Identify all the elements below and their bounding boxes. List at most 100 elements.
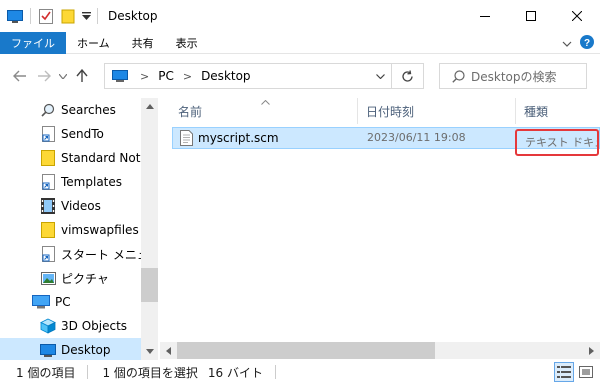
ribbon-tab-bar: ファイル ホーム 共有 表示 ?: [0, 32, 600, 54]
nav-item-3d-objects[interactable]: 3D Objects: [0, 314, 141, 338]
nav-item-label: SendTo: [61, 127, 104, 141]
nav-vertical-scrollbar[interactable]: [141, 98, 158, 360]
breadcrumb-desktop[interactable]: Desktop: [201, 69, 251, 83]
search-box[interactable]: Desktopの検索: [439, 63, 587, 89]
scroll-left-arrow-icon[interactable]: [160, 342, 177, 359]
nav-item-vimswapfiles[interactable]: vimswapfiles: [0, 218, 141, 242]
column-divider[interactable]: [357, 98, 358, 124]
status-bar: 1 個の項目 1 個の項目を選択 16 バイト: [0, 360, 600, 384]
this-pc-icon: [109, 70, 131, 82]
toolbar-divider: [97, 8, 98, 24]
nav-item-label: ピクチャ: [61, 271, 109, 286]
navigation-bar: > PC > Desktop Desktopの検索: [0, 54, 600, 98]
properties-icon[interactable]: [35, 0, 57, 32]
forward-button[interactable]: [32, 64, 56, 88]
column-header-name[interactable]: 名前: [178, 98, 202, 124]
explorer-window-icon[interactable]: [4, 0, 26, 32]
search-icon: [452, 69, 465, 83]
nav-item-desktop[interactable]: Desktop: [0, 338, 141, 360]
computer-icon: [32, 294, 50, 310]
nav-item-label: Desktop: [61, 343, 111, 357]
window-title: Desktop: [108, 9, 158, 23]
scroll-right-arrow-icon[interactable]: [583, 342, 600, 359]
scroll-up-arrow-icon[interactable]: [141, 98, 158, 115]
refresh-button[interactable]: [392, 63, 424, 89]
nav-item-sendto[interactable]: SendTo: [0, 122, 141, 146]
desktop-icon: [40, 342, 56, 358]
file-row[interactable]: myscript.scm 2023/06/11 19:08 テキスト ドキュメン…: [172, 127, 600, 156]
navigation-pane: Searches SendTo Standard Notes Templates…: [0, 98, 158, 360]
nav-item-start-menu[interactable]: スタート メニュー: [0, 242, 141, 266]
search-icon: [40, 102, 56, 118]
scroll-down-arrow-icon[interactable]: [141, 343, 158, 360]
recent-locations-dropdown[interactable]: [56, 64, 70, 88]
column-header-date[interactable]: 日付時刻: [366, 98, 414, 124]
shortcut-file-icon: [40, 174, 56, 190]
breadcrumb-separator-icon[interactable]: >: [183, 70, 192, 83]
quick-access-toolbar: [0, 0, 102, 32]
scrollbar-thumb[interactable]: [141, 268, 158, 302]
expand-ribbon-icon[interactable]: [562, 36, 572, 50]
breadcrumb-separator-icon[interactable]: >: [140, 70, 149, 83]
search-placeholder: Desktopの検索: [471, 69, 557, 84]
nav-item-pictures[interactable]: ピクチャ: [0, 266, 141, 290]
nav-item-label: vimswapfiles: [61, 223, 139, 237]
folder-icon: [40, 150, 56, 166]
large-icons-view-icon[interactable]: [576, 362, 596, 382]
shortcut-file-icon: [40, 246, 56, 262]
back-button[interactable]: [8, 64, 32, 88]
file-date: 2023/06/11 19:08: [367, 131, 466, 144]
nav-item-searches[interactable]: Searches: [0, 98, 141, 122]
window-controls: [462, 0, 600, 32]
ribbon-right-controls: ?: [562, 32, 594, 54]
horizontal-scrollbar[interactable]: [160, 342, 600, 359]
scrollbar-thumb[interactable]: [177, 342, 435, 359]
item-count: 1 個の項目: [16, 365, 76, 380]
svg-text:?: ?: [584, 38, 590, 49]
view-switcher: [554, 362, 596, 382]
nav-item-label: PC: [55, 295, 71, 309]
column-divider[interactable]: [515, 98, 516, 124]
help-icon[interactable]: ?: [580, 34, 594, 52]
nav-item-videos[interactable]: Videos: [0, 194, 141, 218]
status-divider: [87, 365, 89, 379]
nav-item-standard-notes[interactable]: Standard Notes: [0, 146, 141, 170]
tab-home[interactable]: ホーム: [66, 32, 121, 54]
column-header-type[interactable]: 種類: [524, 98, 548, 124]
nav-item-label: スタート メニュー: [61, 247, 141, 262]
picture-icon: [40, 270, 56, 286]
film-icon: [40, 198, 56, 214]
address-bar[interactable]: > PC > Desktop: [104, 63, 392, 89]
file-name: myscript.scm: [198, 131, 279, 145]
file-list-pane: 名前 日付時刻 種類 myscript.scm 2023/06/11 19:08…: [160, 98, 600, 360]
nav-item-label: Searches: [61, 103, 116, 117]
selection-size: 16 バイト: [207, 365, 263, 380]
up-button[interactable]: [70, 64, 94, 88]
nav-item-label: Videos: [61, 199, 101, 213]
details-view-icon[interactable]: [554, 362, 574, 382]
sort-ascending-icon: [261, 98, 270, 108]
tab-view[interactable]: 表示: [165, 32, 209, 54]
tab-file[interactable]: ファイル: [0, 32, 66, 54]
selection-count: 1 個の項目を選択: [102, 365, 198, 380]
file-type-highlighted: テキスト ドキュメント: [515, 129, 599, 156]
minimize-button[interactable]: [462, 0, 508, 32]
folder-icon: [40, 222, 56, 238]
maximize-button[interactable]: [508, 0, 554, 32]
tab-share[interactable]: 共有: [121, 32, 165, 54]
nav-item-pc[interactable]: PC: [0, 290, 141, 314]
toolbar-divider: [30, 8, 31, 24]
close-button[interactable]: [554, 0, 600, 32]
address-history-dropdown-icon[interactable]: [376, 64, 385, 88]
nav-item-label: 3D Objects: [61, 319, 128, 333]
cube-icon: [40, 318, 56, 334]
nav-item-label: Templates: [61, 175, 123, 189]
shortcut-file-icon: [40, 126, 56, 142]
status-divider: [275, 365, 276, 379]
nav-item-templates[interactable]: Templates: [0, 170, 141, 194]
new-folder-icon[interactable]: [57, 0, 79, 32]
breadcrumb-pc[interactable]: PC: [158, 69, 174, 83]
customize-toolbar-dropdown-icon[interactable]: [79, 0, 93, 32]
title-bar: Desktop: [0, 0, 600, 32]
text-file-icon: [180, 130, 193, 149]
